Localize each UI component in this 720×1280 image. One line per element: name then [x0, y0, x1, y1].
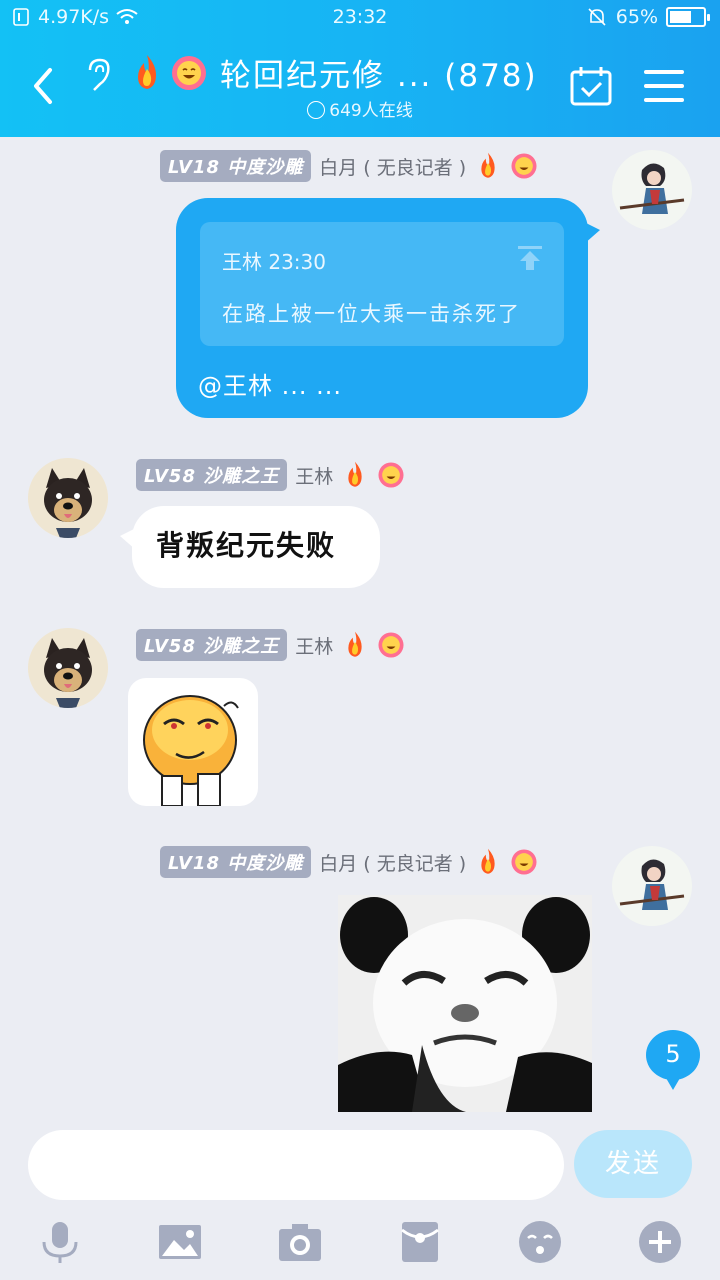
calendar-check-icon[interactable]: [570, 66, 612, 106]
sticker-image[interactable]: [128, 678, 258, 806]
fire-icon: [138, 54, 156, 89]
ear-icon[interactable]: [80, 54, 116, 98]
composer-bar: 发送: [0, 1112, 720, 1280]
flower-emoji-icon: [172, 55, 206, 90]
battery-level: [670, 11, 691, 23]
quote-text: 在路上被一位大乘一击杀死了: [222, 302, 521, 326]
status-bar: 4.97K/s 23:32 65%: [0, 0, 720, 36]
level-badge: LV18 中度沙雕: [160, 846, 312, 878]
mention-text[interactable]: @王林 ... ...: [198, 366, 342, 401]
online-text: 649人在线: [329, 101, 413, 121]
sender-name[interactable]: 王林: [295, 462, 333, 489]
fire-icon: [348, 631, 362, 657]
sender-meta: LV18 中度沙雕 白月 ( 无良记者 ): [160, 846, 538, 878]
image-icon[interactable]: [158, 1220, 202, 1264]
battery-percent: 65%: [615, 6, 658, 28]
sender-name[interactable]: 王林: [295, 632, 333, 659]
quoted-message[interactable]: 王林 23:30 在路上被一位大乘一击杀死了: [200, 222, 564, 346]
avatar[interactable]: [28, 628, 108, 708]
bell-muted-icon: [588, 8, 606, 26]
battery-icon: [666, 7, 710, 27]
online-icon: [307, 101, 326, 119]
avatar[interactable]: [612, 150, 692, 230]
message-input[interactable]: [28, 1130, 564, 1200]
message-bubble[interactable]: 王林 23:30 在路上被一位大乘一击杀死了 @王林 ... ...: [176, 198, 600, 418]
title-row[interactable]: 轮回纪元修 ... (878): [128, 50, 538, 95]
level-badge: LV18 中度沙雕: [160, 150, 312, 182]
fire-icon: [348, 461, 362, 487]
fire-icon: [481, 152, 495, 178]
avatar[interactable]: [28, 458, 108, 538]
send-button[interactable]: 发送: [574, 1130, 692, 1198]
menu-icon[interactable]: [644, 70, 684, 102]
sender-meta: LV58 沙雕之王 王林: [136, 629, 405, 661]
quote-author-time: 王林 23:30: [222, 250, 326, 274]
avatar[interactable]: [612, 846, 692, 926]
chat-title: 轮回纪元修 ... (878): [220, 58, 538, 94]
unread-badge[interactable]: 5: [646, 1030, 700, 1090]
level-badge: LV58 沙雕之王: [136, 459, 288, 491]
sender-meta: LV18 中度沙雕 白月 ( 无良记者 ): [160, 150, 538, 182]
plus-icon[interactable]: [638, 1220, 682, 1264]
emoji-icon[interactable]: [518, 1220, 562, 1264]
fire-icon: [481, 848, 495, 874]
sticker-image[interactable]: [338, 895, 592, 1112]
flower-emoji-icon: [511, 153, 537, 179]
sender-meta: LV58 沙雕之王 王林: [136, 459, 405, 491]
red-packet-icon[interactable]: [398, 1220, 442, 1264]
scroll-to-top-icon[interactable]: [516, 244, 544, 272]
flower-emoji-icon: [511, 849, 537, 875]
camera-icon[interactable]: [278, 1220, 322, 1264]
online-count: 649人在线: [0, 96, 720, 121]
sender-name[interactable]: 白月 ( 无良记者 ): [319, 849, 466, 876]
mic-icon[interactable]: [38, 1220, 82, 1264]
message-text: 背叛纪元失败: [156, 529, 337, 562]
level-badge: LV58 沙雕之王: [136, 629, 288, 661]
flower-emoji-icon: [378, 632, 404, 658]
message-bubble[interactable]: 背叛纪元失败: [120, 506, 380, 588]
flower-emoji-icon: [378, 462, 404, 488]
chat-header: 4.97K/s 23:32 65% 轮回纪元修 ... (878) 649人在线: [0, 0, 720, 137]
status-right: 65%: [586, 6, 710, 28]
sender-name[interactable]: 白月 ( 无良记者 ): [319, 153, 466, 180]
